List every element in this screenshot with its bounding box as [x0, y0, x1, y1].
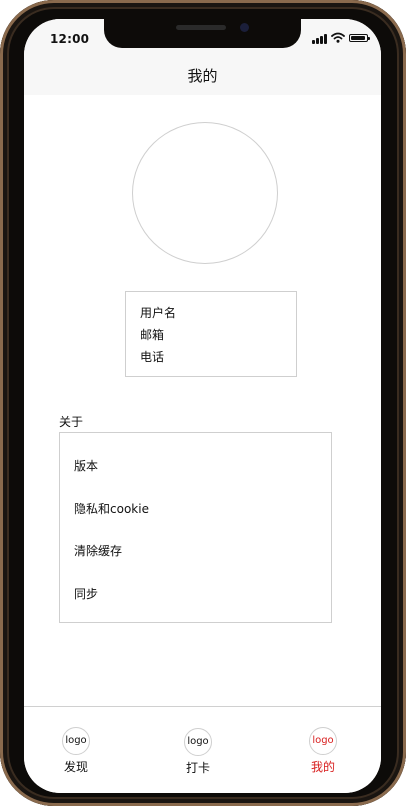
- discover-logo-icon: logo: [62, 727, 90, 755]
- about-item-version[interactable]: 版本: [74, 457, 98, 474]
- tab-discover-label: 发现: [63, 760, 88, 774]
- about-list: 版本 隐私和cookie 清除缓存 同步: [59, 432, 332, 623]
- about-section-title: 关于: [59, 415, 84, 429]
- about-item-privacy-cookie[interactable]: 隐私和cookie: [74, 500, 149, 517]
- tab-discover[interactable]: logo 发现: [46, 727, 106, 777]
- tab-mine-label: 我的: [310, 760, 335, 774]
- page-title: 我的: [187, 67, 218, 85]
- username-text: 用户名: [140, 306, 177, 320]
- bottom-tab-bar: logo 发现 logo 打卡 logo 我的: [24, 706, 381, 793]
- speaker-grille: [176, 25, 226, 30]
- tab-checkin-label: 打卡: [185, 761, 210, 775]
- user-info-card: 用户名 邮箱 电话: [125, 291, 297, 377]
- mine-logo-icon: logo: [309, 727, 337, 755]
- status-bar: 12:00: [24, 19, 381, 59]
- avatar[interactable]: [132, 122, 278, 264]
- phone-frame: 12:00 我的 用户名 邮箱 电话 关于 版本 隐私和cookie 清除缓存 …: [0, 0, 406, 806]
- signal-icon: [312, 34, 328, 44]
- nav-bar: 我的: [24, 59, 381, 95]
- tab-checkin[interactable]: logo 打卡: [168, 728, 228, 778]
- wifi-icon: [331, 32, 345, 43]
- device-notch: [104, 19, 301, 48]
- phone-text: 电话: [140, 350, 165, 364]
- tab-mine[interactable]: logo 我的: [293, 727, 353, 777]
- app-screen: 12:00 我的 用户名 邮箱 电话 关于 版本 隐私和cookie 清除缓存 …: [24, 19, 381, 793]
- front-camera: [240, 23, 249, 32]
- battery-icon: [349, 34, 370, 42]
- status-time: 12:00: [50, 32, 90, 46]
- email-text: 邮箱: [140, 328, 165, 342]
- about-item-sync[interactable]: 同步: [74, 585, 98, 602]
- about-item-clear-cache[interactable]: 清除缓存: [74, 542, 122, 559]
- checkin-logo-icon: logo: [184, 728, 212, 756]
